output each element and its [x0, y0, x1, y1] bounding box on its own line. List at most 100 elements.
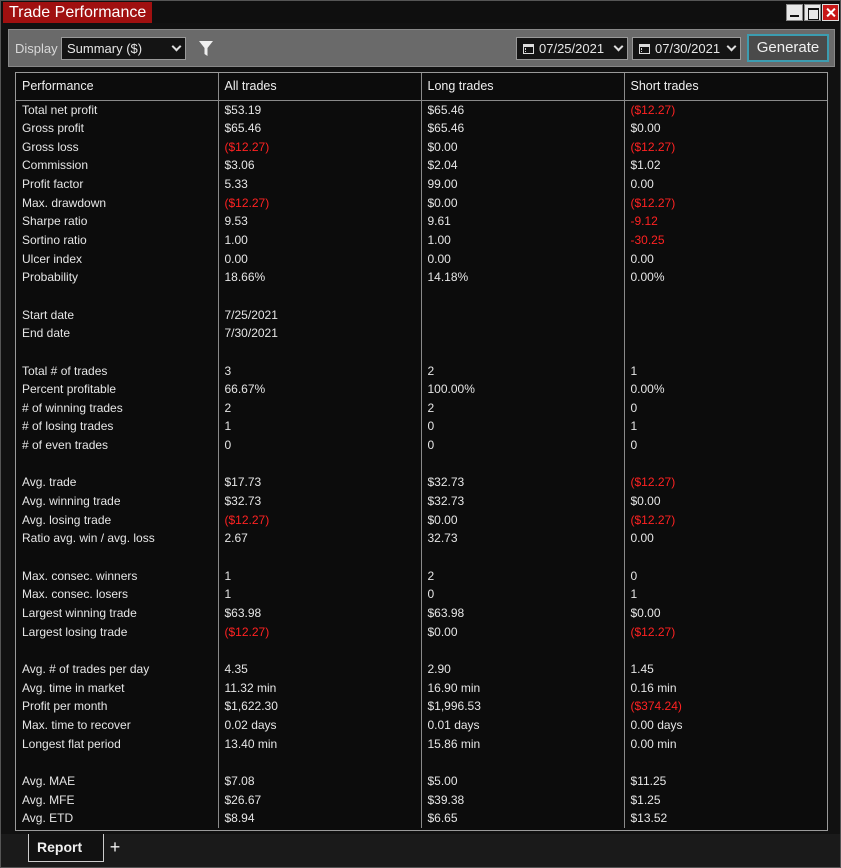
table-row	[16, 286, 827, 306]
metric-label: Probability	[22, 270, 79, 285]
table-row	[16, 641, 827, 660]
metric-value: 11.32 min	[217, 678, 421, 697]
metric-value: 0	[623, 566, 827, 586]
metric-label	[16, 287, 218, 306]
metric-value: 3	[217, 361, 421, 380]
display-select[interactable]: Summary ($)	[61, 37, 186, 60]
calendar-icon	[639, 44, 650, 54]
end-date-picker[interactable]: 07/30/2021	[632, 37, 741, 60]
metric-value: 2.67	[217, 529, 421, 548]
metric-value	[217, 752, 421, 772]
metric-value: 4.35	[217, 659, 421, 679]
column-header[interactable]: All trades	[217, 73, 421, 101]
metric-value: 0.16 min	[623, 678, 827, 697]
metric-label	[16, 548, 218, 567]
metric-value: $65.46	[217, 118, 421, 138]
metric-value: 0.01 days	[420, 715, 624, 735]
metric-value: 1	[217, 417, 421, 436]
metric-value: 32.73	[420, 529, 624, 548]
metric-value	[420, 342, 624, 362]
table-row	[16, 547, 827, 567]
metric-value	[623, 547, 827, 567]
column-header[interactable]: Long trades	[420, 73, 624, 101]
start-date-picker[interactable]: 07/25/2021	[516, 37, 628, 60]
metric-label: Avg. trade	[22, 475, 77, 490]
metric-value	[217, 286, 421, 306]
metric-value: ($12.27)	[217, 137, 421, 156]
minimize-icon[interactable]	[786, 4, 803, 21]
table-row: # of losing trades 1 0 1	[16, 417, 827, 436]
metric-value: $13.52	[623, 808, 827, 828]
table-row: # of even trades 0 0 0	[16, 435, 827, 455]
table-row: Max. time to recover 0.02 days 0.01 days 0.…	[16, 715, 827, 735]
column-header[interactable]: Short trades	[623, 73, 827, 101]
filter-icon[interactable]	[199, 41, 213, 57]
tab-bar: Report +	[1, 834, 840, 867]
metric-value: $65.46	[420, 100, 624, 119]
performance-report: Performance All trades Long trades Short…	[15, 72, 828, 831]
metric-label: Max. drawdown	[22, 195, 107, 210]
metric-label: Avg. MAE	[22, 773, 76, 788]
metric-value: 2	[420, 398, 624, 418]
metric-label: # of losing trades	[22, 419, 114, 434]
metric-value: $32.73	[420, 491, 624, 511]
metric-value: -9.12	[623, 211, 827, 231]
table-row: Largest losing trade ($12.27) $0.00 ($12.27…	[16, 622, 827, 642]
table-row: Profit factor 5.33 99.00 0.00	[16, 174, 827, 194]
metric-value: 2	[420, 566, 624, 586]
metric-label: Avg. winning trade	[22, 494, 121, 509]
metric-value: 2.90	[420, 659, 624, 679]
metric-label: Ulcer index	[22, 251, 83, 266]
close-icon[interactable]	[822, 4, 839, 21]
metric-value: ($374.24)	[623, 697, 827, 716]
metric-value: $26.67	[217, 790, 421, 809]
chevron-down-icon	[171, 41, 182, 52]
metric-value: 2	[420, 361, 624, 380]
table-row: Profit per month $1,622.30 $1,996.53 ($374.…	[16, 697, 827, 716]
metric-label: Sharpe ratio	[22, 214, 88, 229]
metric-value	[217, 547, 421, 567]
metric-value	[623, 342, 827, 362]
metric-value: 15.86 min	[420, 734, 624, 753]
metric-value: 0.00%	[623, 379, 827, 399]
metric-value: $11.25	[623, 771, 827, 791]
tab-report[interactable]: Report	[28, 834, 104, 862]
end-date-value: 07/30/2021	[655, 41, 721, 56]
add-tab-button[interactable]: +	[105, 837, 125, 857]
metric-value: 1	[217, 585, 421, 604]
metric-label: # of even trades	[22, 438, 109, 453]
generate-button[interactable]: Generate	[747, 34, 829, 62]
table-row: Avg. losing trade ($12.27) $0.00 ($12.27)	[16, 510, 827, 530]
metric-value: $32.73	[217, 491, 421, 511]
metric-value: 9.53	[217, 211, 421, 231]
table-row: Commission $3.06 $2.04 $1.02	[16, 155, 827, 175]
metric-label: Avg. time in market	[22, 680, 125, 695]
metric-label: End date	[22, 326, 71, 341]
metric-value: $8.94	[217, 808, 421, 828]
metric-label: Start date	[22, 307, 75, 322]
table-row: Largest winning trade $63.98 $63.98 $0.00	[16, 603, 827, 623]
metric-value: ($12.27)	[623, 193, 827, 212]
metric-value: ($12.27)	[217, 510, 421, 530]
title-bar[interactable]: Trade Performance	[1, 1, 840, 23]
maximize-icon[interactable]	[804, 4, 821, 21]
metric-value: $6.65	[420, 808, 624, 828]
column-header[interactable]: Performance	[16, 73, 218, 101]
metric-label: Total net profit	[22, 102, 98, 117]
metric-value: $1,996.53	[420, 697, 624, 716]
metric-label: Percent profitable	[22, 382, 117, 397]
metric-label: Largest winning trade	[22, 606, 137, 621]
metric-value: 5.33	[217, 174, 421, 194]
table-row: Avg. trade $17.73 $32.73 ($12.27)	[16, 473, 827, 492]
metric-value: 18.66%	[217, 267, 421, 287]
start-date-value: 07/25/2021	[539, 41, 605, 56]
metric-label: Avg. ETD	[22, 811, 74, 826]
metric-label: Max. consec. losers	[22, 587, 129, 602]
metric-value: 0	[420, 435, 624, 455]
metric-value: 0.00	[420, 249, 624, 268]
table-row: Avg. time in market 11.32 min 16.90 min 0.1…	[16, 678, 827, 697]
table-row: Total # of trades 3 2 1	[16, 361, 827, 380]
table-row: End date 7/30/2021	[16, 323, 827, 343]
metric-value: ($12.27)	[623, 622, 827, 642]
metric-value: $7.08	[217, 771, 421, 791]
